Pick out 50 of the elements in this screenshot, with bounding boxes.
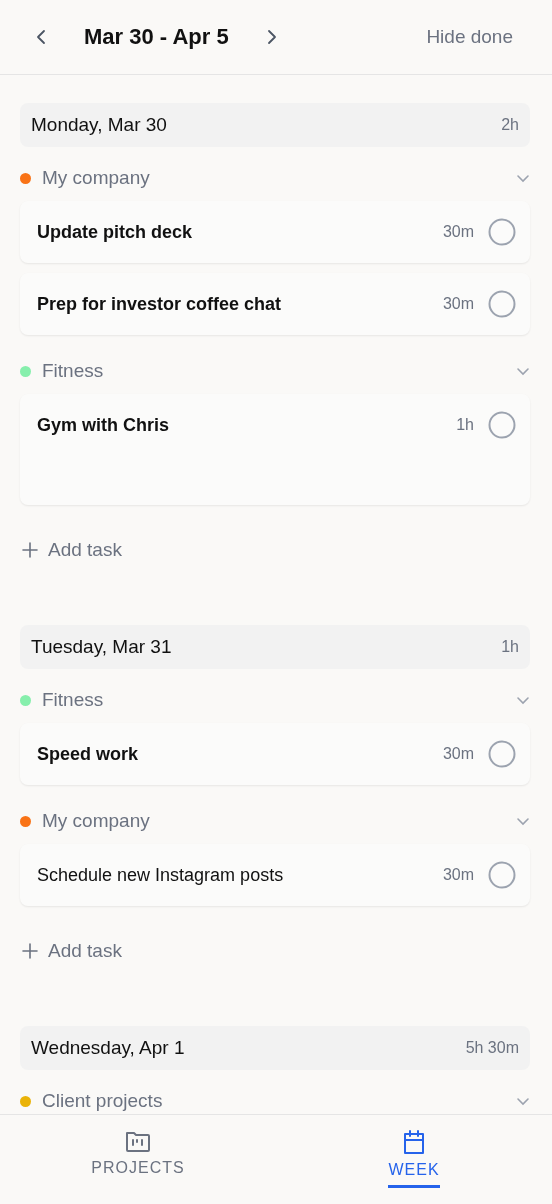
day-title: Tuesday, Mar 31 — [31, 636, 172, 658]
task-duration: 1h — [456, 415, 474, 435]
project-name: My company — [42, 810, 150, 832]
task-title: Gym with Chris — [37, 414, 170, 437]
day-total: 2h — [501, 116, 519, 134]
day-title: Wednesday, Apr 1 — [31, 1037, 185, 1059]
caret-icon[interactable] — [516, 1096, 530, 1106]
next-week-button[interactable] — [266, 29, 277, 45]
nav-tab[interactable]: PROJECTS — [0, 1115, 276, 1204]
project-name: Fitness — [42, 360, 104, 382]
task-checkbox[interactable] — [488, 218, 516, 246]
week-range: Mar 30 - Apr 5 — [84, 24, 229, 50]
chevron-left-icon — [36, 29, 46, 45]
task-checkbox[interactable] — [488, 290, 516, 318]
project-name: My company — [42, 167, 150, 189]
task-card[interactable]: Prep for investor coffee chat 30m — [20, 273, 530, 335]
task-duration: 30m — [442, 744, 474, 764]
day-total: 5h 30m — [465, 1039, 519, 1057]
task-title: Update pitch deck — [37, 221, 193, 244]
day-title: Monday, Mar 30 — [31, 114, 167, 136]
caret-icon[interactable] — [516, 816, 530, 826]
day-total: 1h — [501, 638, 519, 656]
task-title: Prep for investor coffee chat — [37, 293, 282, 316]
task-card[interactable]: Schedule new Instagram posts 30m — [20, 844, 530, 906]
task-title: Speed work — [37, 743, 139, 766]
task-card[interactable]: Gym with Chris 1h — [20, 394, 530, 505]
project-name: Client projects — [42, 1090, 163, 1112]
task-duration: 30m — [442, 294, 474, 314]
previous-week-button[interactable] — [36, 29, 46, 45]
plus-icon — [22, 943, 38, 959]
calendar-icon — [402, 1129, 426, 1155]
task-duration: 30m — [442, 222, 474, 242]
add-task-button[interactable]: Add task — [20, 932, 122, 970]
task-duration: 30m — [442, 865, 474, 885]
nav-tab[interactable]: WEEK — [276, 1115, 552, 1204]
folder-icon — [125, 1129, 151, 1153]
task-title: Schedule new Instagram posts — [37, 864, 284, 887]
task-card[interactable]: Update pitch deck 30m — [20, 201, 530, 263]
caret-icon[interactable] — [516, 173, 530, 183]
plus-icon — [22, 542, 38, 558]
caret-icon[interactable] — [516, 695, 530, 705]
add-task-button[interactable]: Add task — [20, 531, 122, 569]
task-card[interactable]: Speed work 30m — [20, 723, 530, 785]
project-name: Fitness — [42, 689, 104, 711]
chevron-right-icon — [266, 29, 277, 45]
caret-icon[interactable] — [516, 366, 530, 376]
task-checkbox[interactable] — [488, 740, 516, 768]
task-checkbox[interactable] — [488, 861, 516, 889]
task-checkbox[interactable] — [488, 411, 516, 439]
hide-done-button[interactable]: Hide done — [426, 26, 513, 48]
